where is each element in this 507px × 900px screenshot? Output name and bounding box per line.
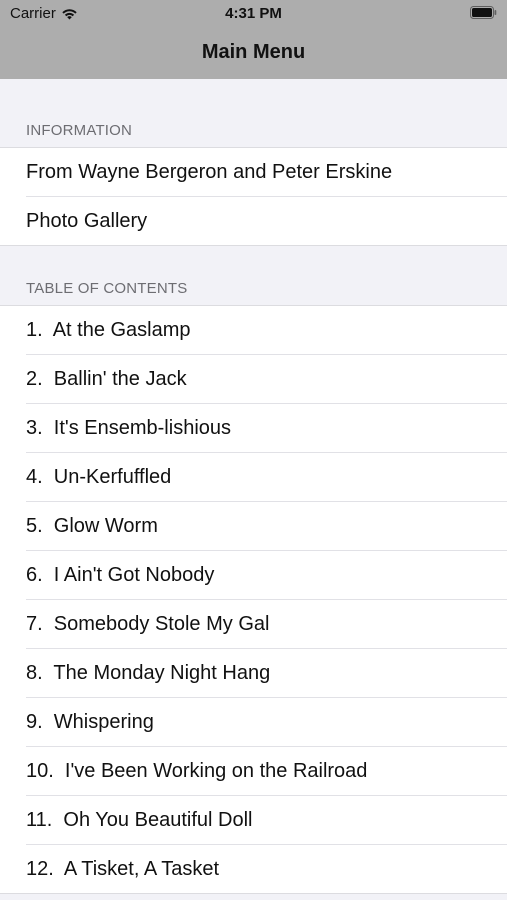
section-header-table-of-contents: TABLE OF CONTENTS bbox=[0, 246, 507, 305]
section-header-label: INFORMATION bbox=[26, 122, 133, 139]
track-row[interactable]: 6. I Ain't Got Nobody bbox=[0, 550, 507, 599]
section-header-information: INFORMATION bbox=[0, 79, 507, 147]
track-row[interactable]: 1. At the Gaslamp bbox=[0, 306, 507, 354]
information-group: From Wayne Bergeron and Peter Erskine Ph… bbox=[0, 147, 507, 246]
track-row[interactable]: 2. Ballin' the Jack bbox=[0, 354, 507, 403]
menu-table: INFORMATION From Wayne Bergeron and Pete… bbox=[0, 79, 507, 894]
track-row[interactable]: 9. Whispering bbox=[0, 697, 507, 746]
menu-row-from-artists[interactable]: From Wayne Bergeron and Peter Erskine bbox=[0, 148, 507, 196]
table-of-contents-group: 1. At the Gaslamp 2. Ballin' the Jack 3.… bbox=[0, 305, 507, 894]
status-time: 4:31 PM bbox=[225, 5, 282, 22]
section-header-label: TABLE OF CONTENTS bbox=[26, 280, 188, 297]
menu-row-photo-gallery[interactable]: Photo Gallery bbox=[0, 196, 507, 245]
status-bar: Carrier 4:31 PM bbox=[0, 0, 507, 28]
track-row[interactable]: 5. Glow Worm bbox=[0, 501, 507, 550]
track-row[interactable]: 8. The Monday Night Hang bbox=[0, 648, 507, 697]
track-row[interactable]: 12. A Tisket, A Tasket bbox=[0, 844, 507, 893]
battery-icon bbox=[470, 6, 497, 19]
track-row[interactable]: 3. It's Ensemb-lishious bbox=[0, 403, 507, 452]
navigation-bar: Carrier 4:31 PM Main Menu bbox=[0, 0, 507, 79]
track-row[interactable]: 10. I've Been Working on the Railroad bbox=[0, 746, 507, 795]
track-row[interactable]: 7. Somebody Stole My Gal bbox=[0, 599, 507, 648]
screen: Carrier 4:31 PM Main Menu INFORMATION Fr… bbox=[0, 0, 507, 900]
track-row[interactable]: 11. Oh You Beautiful Doll bbox=[0, 795, 507, 844]
track-row[interactable]: 4. Un-Kerfuffled bbox=[0, 452, 507, 501]
page-title: Main Menu bbox=[201, 41, 306, 63]
